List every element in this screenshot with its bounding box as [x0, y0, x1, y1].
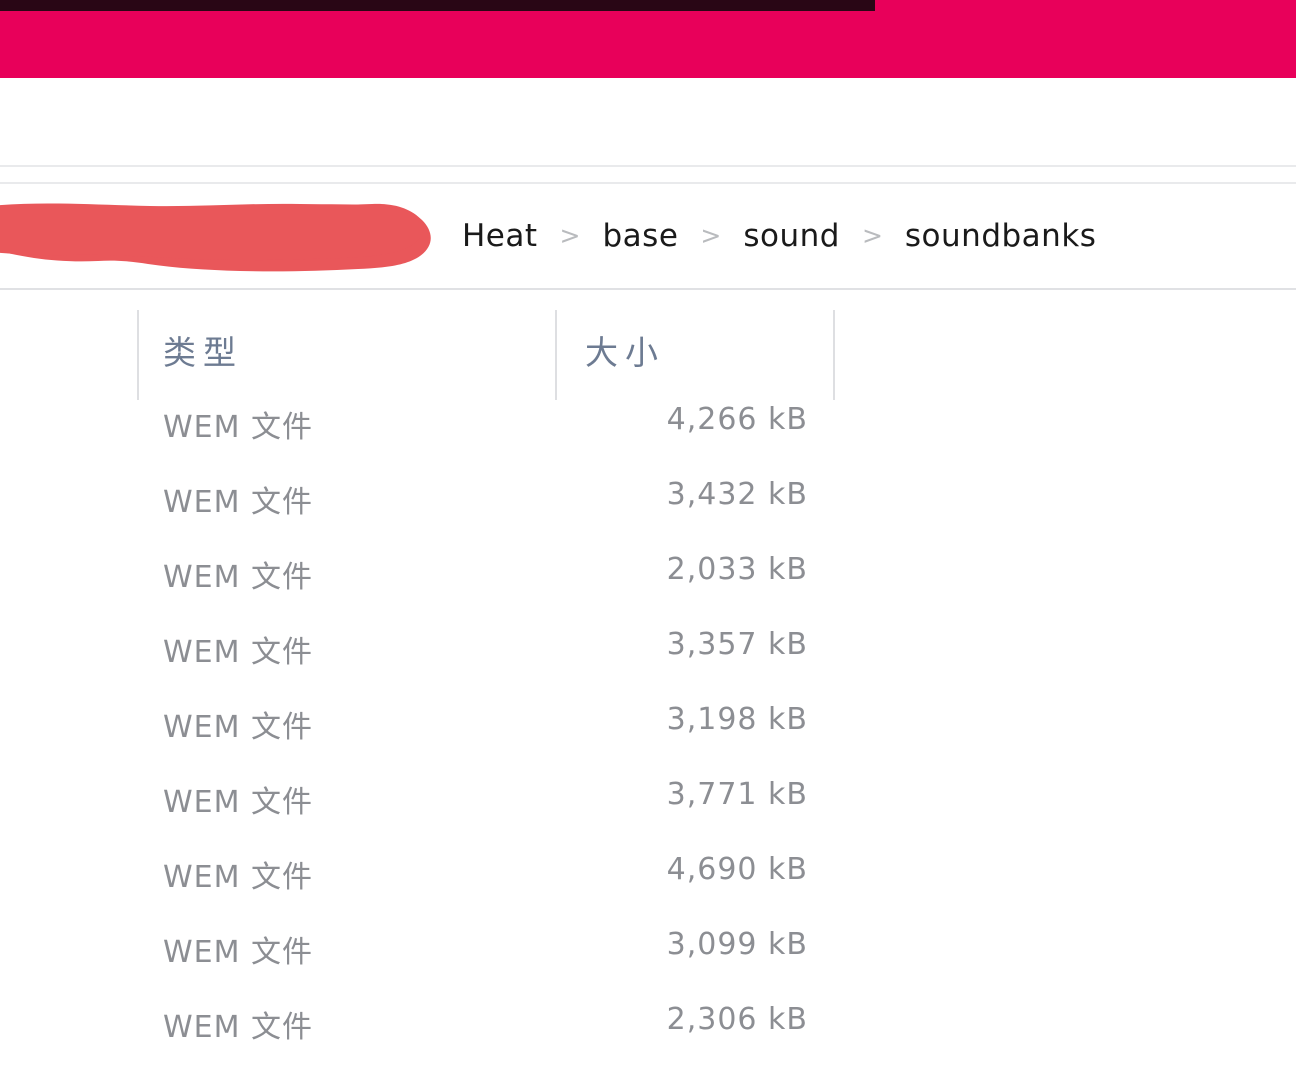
- cell-type: WEM 文件: [163, 860, 314, 895]
- chevron-right-icon: >: [861, 220, 883, 250]
- column-divider-right[interactable]: [833, 310, 835, 400]
- table-header-row: 类型 大小: [0, 290, 1296, 402]
- file-list-table: 类型 大小 WEM 文件 4,266 kB WEM 文件 3,432 kB WE…: [0, 290, 1296, 1077]
- column-header-type[interactable]: 类型: [163, 326, 243, 374]
- cell-size: 3,432 kB: [666, 477, 808, 512]
- cell-type: WEM 文件: [163, 410, 314, 445]
- breadcrumb[interactable]: Heat > base > sound > soundbanks: [462, 184, 1096, 288]
- cell-size: 4,690 kB: [666, 852, 808, 887]
- cell-type: WEM 文件: [163, 485, 314, 520]
- breadcrumb-item-heat[interactable]: Heat: [462, 218, 538, 254]
- column-header-size[interactable]: 大小: [585, 326, 665, 374]
- table-row[interactable]: WEM 文件 3,771 kB: [0, 777, 1296, 852]
- table-row[interactable]: WEM 文件 4,690 kB: [0, 852, 1296, 927]
- table-row[interactable]: WEM 文件 3,198 kB: [0, 702, 1296, 777]
- table-row[interactable]: WEM 文件 3,099 kB: [0, 927, 1296, 1002]
- cell-type: WEM 文件: [163, 710, 314, 745]
- cell-size: 2,306 kB: [666, 1002, 808, 1037]
- breadcrumb-item-soundbanks[interactable]: soundbanks: [905, 218, 1097, 254]
- banner-dark-strip: [0, 0, 875, 11]
- cell-size: 3,357 kB: [666, 627, 808, 662]
- breadcrumb-item-base[interactable]: base: [603, 218, 679, 254]
- top-banner: [0, 0, 1296, 78]
- cell-type: WEM 文件: [163, 560, 314, 595]
- table-row[interactable]: WEM 文件 4,266 kB: [0, 402, 1296, 477]
- cell-type: WEM 文件: [163, 785, 314, 820]
- toolbar-divider-top: [0, 165, 1296, 167]
- cell-size: 3,198 kB: [666, 702, 808, 737]
- cell-type: WEM 文件: [163, 635, 314, 670]
- table-row[interactable]: WEM 文件 3,357 kB: [0, 627, 1296, 702]
- column-divider-middle[interactable]: [555, 310, 557, 400]
- address-bar[interactable]: Heat > base > sound > soundbanks: [0, 184, 1296, 288]
- cell-size: 4,266 kB: [666, 402, 808, 437]
- chevron-right-icon: >: [700, 220, 722, 250]
- chevron-right-icon: >: [559, 220, 581, 250]
- cell-type: WEM 文件: [163, 935, 314, 970]
- table-row[interactable]: WEM 文件 2,306 kB: [0, 1002, 1296, 1077]
- cell-size: 3,771 kB: [666, 777, 808, 812]
- cell-type: WEM 文件: [163, 1010, 314, 1045]
- table-body: WEM 文件 4,266 kB WEM 文件 3,432 kB WEM 文件 2…: [0, 402, 1296, 1077]
- breadcrumb-item-sound[interactable]: sound: [743, 218, 840, 254]
- table-row[interactable]: WEM 文件 2,033 kB: [0, 552, 1296, 627]
- table-row[interactable]: WEM 文件 3,432 kB: [0, 477, 1296, 552]
- column-divider-left[interactable]: [137, 310, 139, 400]
- redaction-scribble: [0, 203, 431, 272]
- cell-size: 3,099 kB: [666, 927, 808, 962]
- cell-size: 2,033 kB: [666, 552, 808, 587]
